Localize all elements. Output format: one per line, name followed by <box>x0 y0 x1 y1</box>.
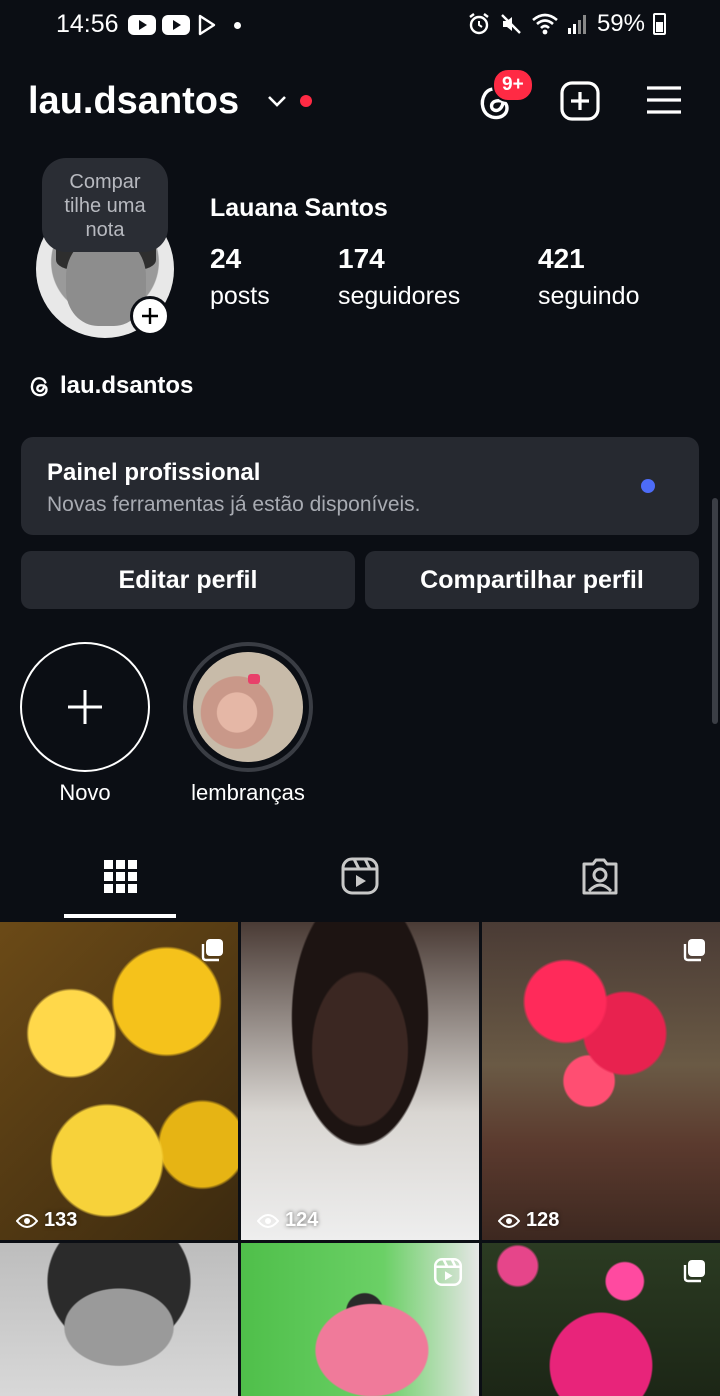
battery-percent: 59% <box>596 10 645 37</box>
status-time: 14:56 <box>56 10 119 38</box>
chevron-down-icon[interactable] <box>266 90 288 112</box>
eye-icon <box>16 1213 38 1228</box>
share-note-bubble[interactable]: Compar tilhe uma nota <box>42 158 168 252</box>
create-post-icon[interactable] <box>559 80 601 122</box>
note-text-line: nota <box>85 219 125 241</box>
unread-dot <box>300 95 312 107</box>
view-count: 124 <box>257 1209 318 1232</box>
posts-stat[interactable]: 24 posts <box>210 242 270 311</box>
view-count-value: 128 <box>526 1209 560 1231</box>
followers-count: 174 <box>338 243 385 274</box>
full-name: Lauana Santos <box>210 194 388 222</box>
posts-count: 24 <box>210 243 242 274</box>
view-count: 133 <box>16 1209 77 1232</box>
share-profile-button[interactable]: Compartilhar perfil <box>365 551 699 609</box>
new-highlight-button[interactable] <box>20 642 150 772</box>
threads-handle: lau.dsantos <box>60 372 194 399</box>
threads-profile-link[interactable]: lau.dsantos <box>28 372 193 400</box>
following-label: seguindo <box>538 282 640 310</box>
note-text-line: tilhe uma <box>64 195 146 217</box>
threads-icon <box>30 377 48 397</box>
followers-stat[interactable]: 174 seguidores <box>338 242 460 311</box>
youtube-icon <box>128 15 156 35</box>
post-thumbnail[interactable] <box>241 1243 479 1396</box>
post-thumbnail[interactable]: 124 <box>241 922 479 1240</box>
threads-badge: 9+ <box>492 68 534 102</box>
view-count-value: 133 <box>44 1209 78 1231</box>
youtube-icon <box>162 15 190 35</box>
dashboard-subtitle: Novas ferramentas já estão disponíveis. <box>47 493 421 516</box>
more-notifications-dot <box>234 21 241 29</box>
carousel-icon <box>683 939 705 962</box>
view-count-value: 124 <box>285 1209 319 1231</box>
highlight-lembrancas[interactable] <box>183 642 313 772</box>
tagged-icon[interactable] <box>580 856 620 896</box>
menu-icon[interactable] <box>644 80 684 120</box>
alarm-icon <box>469 13 489 35</box>
eye-icon <box>257 1213 279 1228</box>
active-tab-indicator <box>64 914 176 918</box>
profile-header: lau.dsantos 9+ <box>0 68 720 138</box>
grid-icon[interactable] <box>102 856 138 896</box>
username-switcher[interactable]: lau.dsantos <box>28 80 239 123</box>
system-icons: 59% <box>467 10 666 38</box>
signal-icon <box>567 15 586 34</box>
wifi-icon <box>532 13 558 35</box>
following-count: 421 <box>538 243 585 274</box>
following-stat[interactable]: 421 seguindo <box>538 242 639 311</box>
dashboard-title: Painel profissional <box>47 459 261 486</box>
plus-icon <box>142 308 158 324</box>
professional-dashboard[interactable]: Painel profissional Novas ferramentas já… <box>21 437 699 535</box>
post-thumbnail[interactable] <box>0 1243 238 1396</box>
status-bar: 14:56 59% <box>0 0 720 52</box>
notification-icons <box>128 14 241 36</box>
view-count: 128 <box>498 1209 559 1232</box>
mute-icon <box>501 14 521 34</box>
followers-label: seguidores <box>338 282 461 310</box>
edit-profile-button[interactable]: Editar perfil <box>21 551 355 609</box>
reels-icon[interactable] <box>340 856 380 896</box>
profile-tabs <box>0 846 720 920</box>
reel-icon <box>433 1257 463 1287</box>
post-thumbnail[interactable]: 133 <box>0 922 238 1240</box>
carousel-icon <box>201 939 223 962</box>
posts-label: posts <box>210 282 270 310</box>
carousel-icon <box>683 1260 705 1283</box>
post-thumbnail[interactable]: 128 <box>482 922 720 1240</box>
highlight-cover-image <box>193 652 303 762</box>
add-story-button[interactable] <box>130 296 170 336</box>
highlight-label-new: Novo <box>59 780 111 805</box>
eye-icon <box>498 1213 520 1228</box>
play-store-icon <box>198 14 216 36</box>
plus-icon <box>68 690 102 724</box>
highlight-label-lembrancas: lembranças <box>191 780 305 805</box>
new-indicator-dot <box>641 479 655 493</box>
scrollbar[interactable] <box>712 498 718 724</box>
post-thumbnail[interactable] <box>482 1243 720 1396</box>
note-text-line: Compar <box>69 171 141 193</box>
battery-icon <box>653 13 666 35</box>
